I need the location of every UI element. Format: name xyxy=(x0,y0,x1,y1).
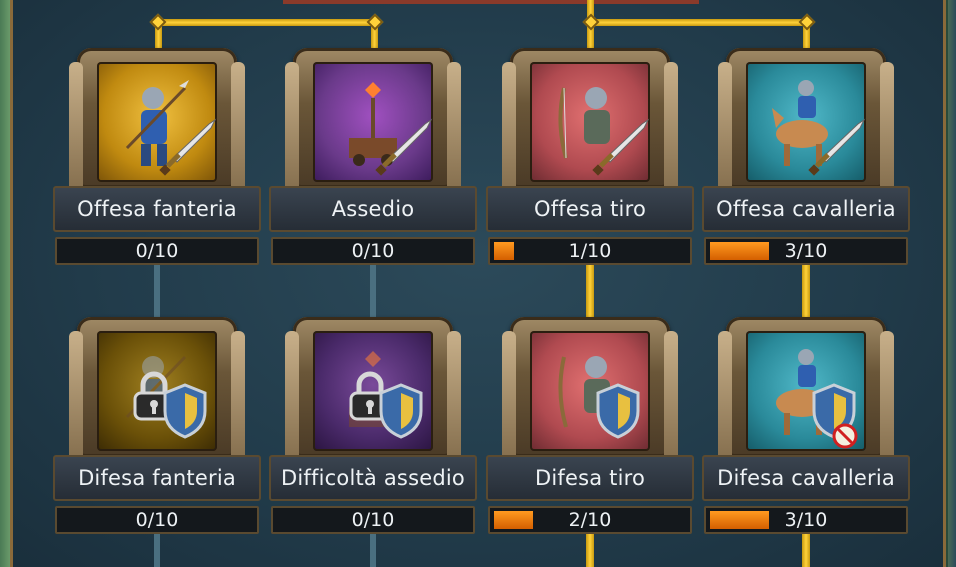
talent-art xyxy=(97,62,217,182)
sword-icon xyxy=(159,118,217,176)
progress-bar: 1/10 xyxy=(488,237,692,265)
progress-bar: 2/10 xyxy=(488,506,692,534)
talent-art xyxy=(530,62,650,182)
connector-locked xyxy=(154,533,160,567)
progress-bar: 3/10 xyxy=(704,237,908,265)
talent-node[interactable]: Difesa tiro 2/10 xyxy=(486,269,694,534)
progress-bar: 3/10 xyxy=(704,506,908,534)
talent-name: Offesa tiro xyxy=(486,186,694,232)
talent-art xyxy=(313,331,433,451)
talent-art xyxy=(746,62,866,182)
shield-icon xyxy=(163,383,207,439)
shield-icon xyxy=(596,383,640,439)
connector-locked xyxy=(370,533,376,567)
progress-bar: 0/10 xyxy=(55,506,259,534)
progress-text: 3/10 xyxy=(784,509,828,531)
talent-node[interactable]: Offesa cavalleria 3/10 xyxy=(702,0,910,265)
talent-node[interactable]: Assedio 0/10 xyxy=(269,0,477,265)
talent-name: Assedio xyxy=(269,186,477,232)
talent-node[interactable]: Offesa tiro 1/10 xyxy=(486,0,694,265)
talent-name: Difesa fanteria xyxy=(53,455,261,501)
progress-text: 2/10 xyxy=(568,509,612,531)
talent-tree-panel: Offesa fanteria 0/10 Assedio 0/10 Offesa… xyxy=(10,0,946,567)
talent-name: Difesa cavalleria xyxy=(702,455,910,501)
sword-icon xyxy=(592,118,650,176)
talent-name: Difesa tiro xyxy=(486,455,694,501)
talent-node[interactable]: Difesa fanteria 0/10 xyxy=(53,269,261,534)
progress-text: 0/10 xyxy=(351,240,395,262)
talent-name: Offesa fanteria xyxy=(53,186,261,232)
talent-name: Offesa cavalleria xyxy=(702,186,910,232)
progress-text: 3/10 xyxy=(784,240,828,262)
background-right-edge xyxy=(948,0,956,567)
progress-text: 0/10 xyxy=(351,509,395,531)
no-entry-icon xyxy=(832,423,858,449)
talent-node[interactable]: Offesa fanteria 0/10 xyxy=(53,0,261,265)
talent-node[interactable]: Difficoltà assedio 0/10 xyxy=(269,269,477,534)
progress-bar: 0/10 xyxy=(55,237,259,265)
progress-bar: 0/10 xyxy=(271,237,475,265)
connector-active xyxy=(586,533,594,567)
sword-icon xyxy=(808,118,866,176)
talent-art xyxy=(530,331,650,451)
progress-text: 0/10 xyxy=(135,240,179,262)
shield-icon xyxy=(379,383,423,439)
progress-bar: 0/10 xyxy=(271,506,475,534)
sword-icon xyxy=(375,118,433,176)
progress-text: 0/10 xyxy=(135,509,179,531)
background-left-edge xyxy=(0,0,10,567)
talent-name: Difficoltà assedio xyxy=(269,455,477,501)
talent-art xyxy=(313,62,433,182)
talent-node[interactable]: Difesa cavalleria 3/10 xyxy=(702,269,910,534)
talent-art xyxy=(97,331,217,451)
progress-text: 1/10 xyxy=(568,240,612,262)
connector-active xyxy=(802,533,810,567)
talent-art xyxy=(746,331,866,451)
